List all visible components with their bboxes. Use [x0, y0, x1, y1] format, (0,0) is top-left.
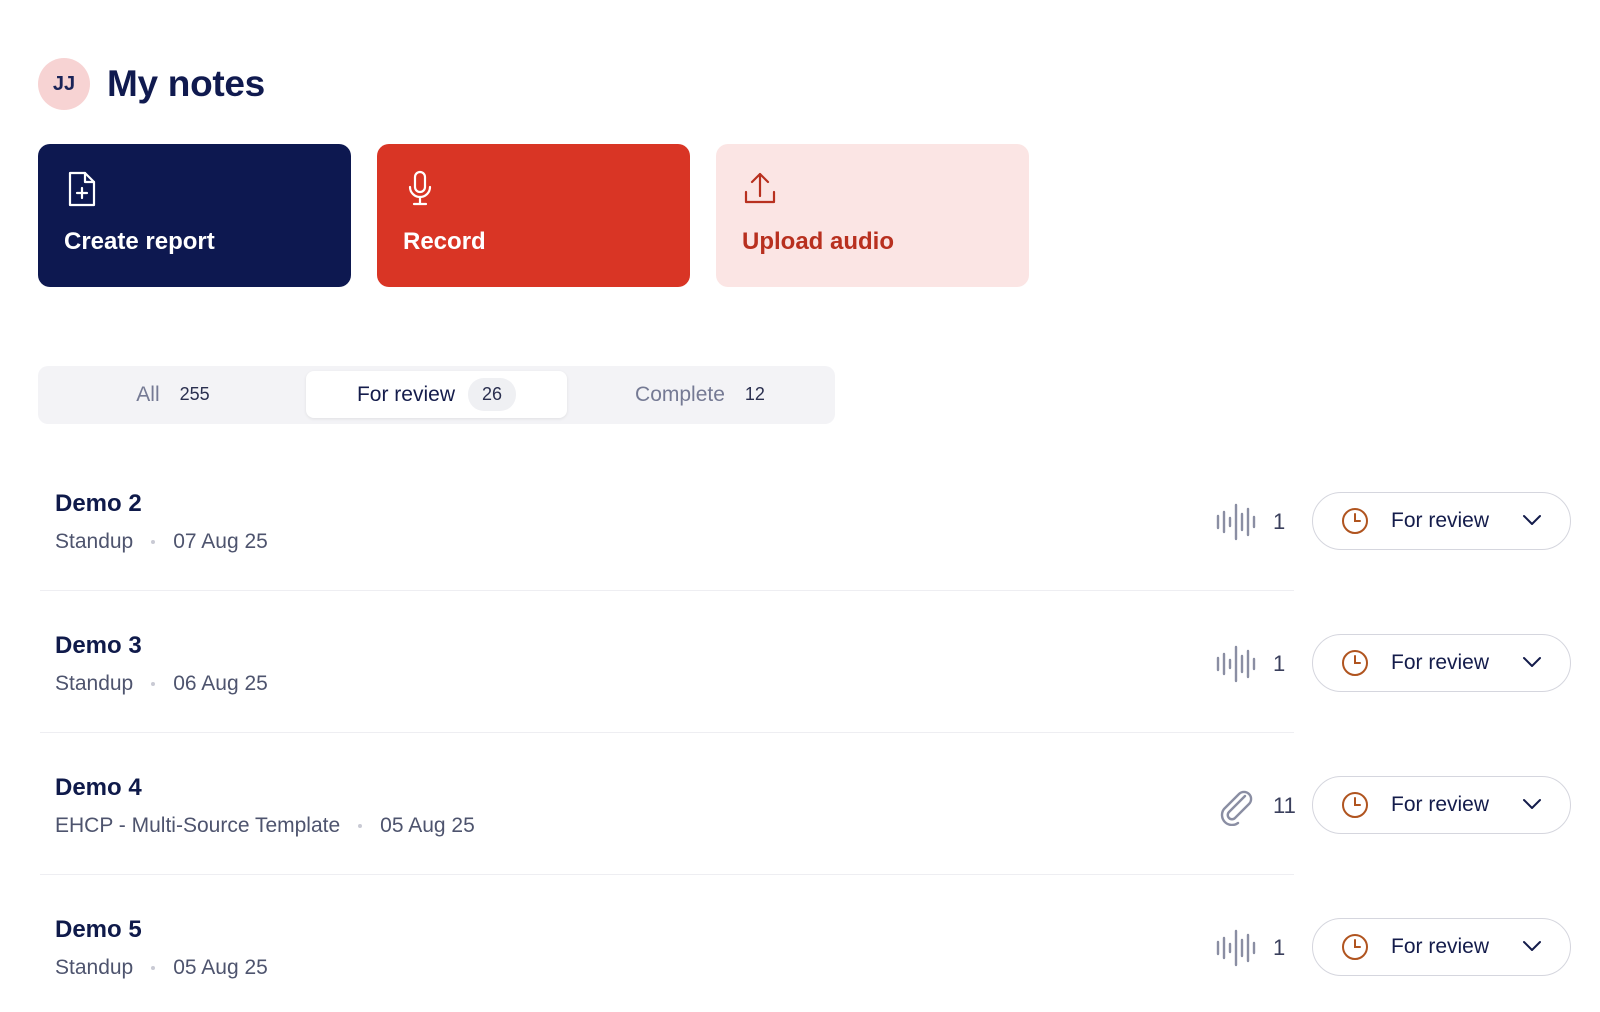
- status-dropdown[interactable]: For review: [1312, 918, 1571, 976]
- audio-waveform-icon: [1216, 929, 1256, 967]
- source-count: 1: [1215, 644, 1285, 684]
- create-report-button[interactable]: Create report: [38, 144, 351, 287]
- tab-label: All: [136, 382, 160, 406]
- source-count-number: 1: [1273, 935, 1286, 960]
- status-label: For review: [1391, 651, 1490, 674]
- note-meta: Standup 05 Aug 25: [55, 956, 268, 980]
- paperclip-icon: [1220, 790, 1253, 826]
- list-item[interactable]: Demo 5 Standup 05 Aug 25 1 For review: [40, 880, 1580, 1012]
- clock-icon: [1342, 792, 1368, 818]
- note-meta: Standup 07 Aug 25: [55, 530, 268, 554]
- source-count-number: 1: [1273, 509, 1286, 534]
- tab-count: 26: [468, 378, 517, 411]
- note-date: 06 Aug 25: [173, 672, 268, 695]
- tab-for-review[interactable]: For review 26: [306, 371, 567, 418]
- clock-icon: [1342, 934, 1368, 960]
- note-template: Standup: [55, 956, 134, 979]
- source-count-number: 11: [1273, 793, 1296, 818]
- audio-waveform-icon: [1216, 645, 1256, 683]
- source-count-number: 1: [1273, 651, 1286, 676]
- list-item[interactable]: Demo 4 EHCP - Multi-Source Template 05 A…: [40, 738, 1580, 880]
- record-label: Record: [403, 228, 486, 255]
- note-template: EHCP - Multi-Source Template: [55, 814, 341, 837]
- page-header: JJ My notes: [38, 58, 265, 110]
- note-meta: Standup 06 Aug 25: [55, 672, 268, 696]
- upload-audio-button[interactable]: Upload audio: [716, 144, 1029, 287]
- page-title: My notes: [107, 63, 265, 104]
- action-cards: Create report Record Upload audio: [38, 144, 1029, 287]
- separator-dot: [151, 540, 156, 544]
- note-meta: EHCP - Multi-Source Template 05 Aug 25: [55, 814, 475, 838]
- row-divider: [40, 732, 1294, 733]
- list-item[interactable]: Demo 3 Standup 06 Aug 25 1 For review: [40, 596, 1580, 738]
- tab-count: 12: [744, 384, 765, 404]
- tab-complete[interactable]: Complete 12: [570, 371, 830, 418]
- list-item[interactable]: Demo 2 Standup 07 Aug 25 1 For review: [40, 454, 1580, 596]
- source-count: 1: [1215, 502, 1285, 542]
- status-dropdown[interactable]: For review: [1312, 634, 1571, 692]
- chevron-down-icon: [1523, 941, 1541, 951]
- audio-waveform-icon: [1216, 503, 1256, 541]
- chevron-down-icon: [1523, 657, 1541, 667]
- note-date: 05 Aug 25: [380, 814, 475, 837]
- note-date: 07 Aug 25: [173, 530, 268, 553]
- separator-dot: [151, 966, 156, 970]
- row-divider: [40, 590, 1294, 591]
- tab-all[interactable]: All 255: [43, 371, 303, 418]
- status-label: For review: [1391, 935, 1490, 958]
- status-dropdown[interactable]: For review: [1312, 776, 1571, 834]
- record-button[interactable]: Record: [377, 144, 690, 287]
- create-report-label: Create report: [64, 228, 215, 255]
- row-divider: [40, 874, 1294, 875]
- note-title[interactable]: Demo 4: [55, 774, 142, 802]
- tab-count: 255: [179, 384, 210, 404]
- notes-list: Demo 2 Standup 07 Aug 25 1 For review De…: [40, 454, 1580, 1012]
- note-title[interactable]: Demo 3: [55, 632, 142, 660]
- tab-label: For review: [356, 382, 455, 406]
- source-count: 1: [1215, 928, 1285, 968]
- status-label: For review: [1391, 793, 1490, 816]
- upload-audio-label: Upload audio: [742, 228, 894, 255]
- chevron-down-icon: [1523, 515, 1541, 525]
- avatar[interactable]: JJ: [38, 58, 90, 110]
- microphone-icon: [408, 170, 432, 206]
- chevron-down-icon: [1523, 799, 1541, 809]
- status-label: For review: [1391, 509, 1490, 532]
- note-title[interactable]: Demo 2: [55, 490, 142, 518]
- status-tabs: All 255 For review 26 Complete 12: [38, 366, 835, 424]
- note-template: Standup: [55, 530, 134, 553]
- status-dropdown[interactable]: For review: [1312, 492, 1571, 550]
- file-plus-icon: [68, 171, 96, 207]
- tab-label: Complete: [635, 382, 725, 406]
- note-date: 05 Aug 25: [173, 956, 268, 979]
- separator-dot: [151, 682, 156, 686]
- upload-icon: [744, 172, 776, 204]
- note-template: Standup: [55, 672, 134, 695]
- clock-icon: [1342, 650, 1368, 676]
- clock-icon: [1342, 508, 1368, 534]
- separator-dot: [358, 824, 363, 828]
- note-title[interactable]: Demo 5: [55, 916, 142, 944]
- source-count: 11: [1215, 786, 1296, 826]
